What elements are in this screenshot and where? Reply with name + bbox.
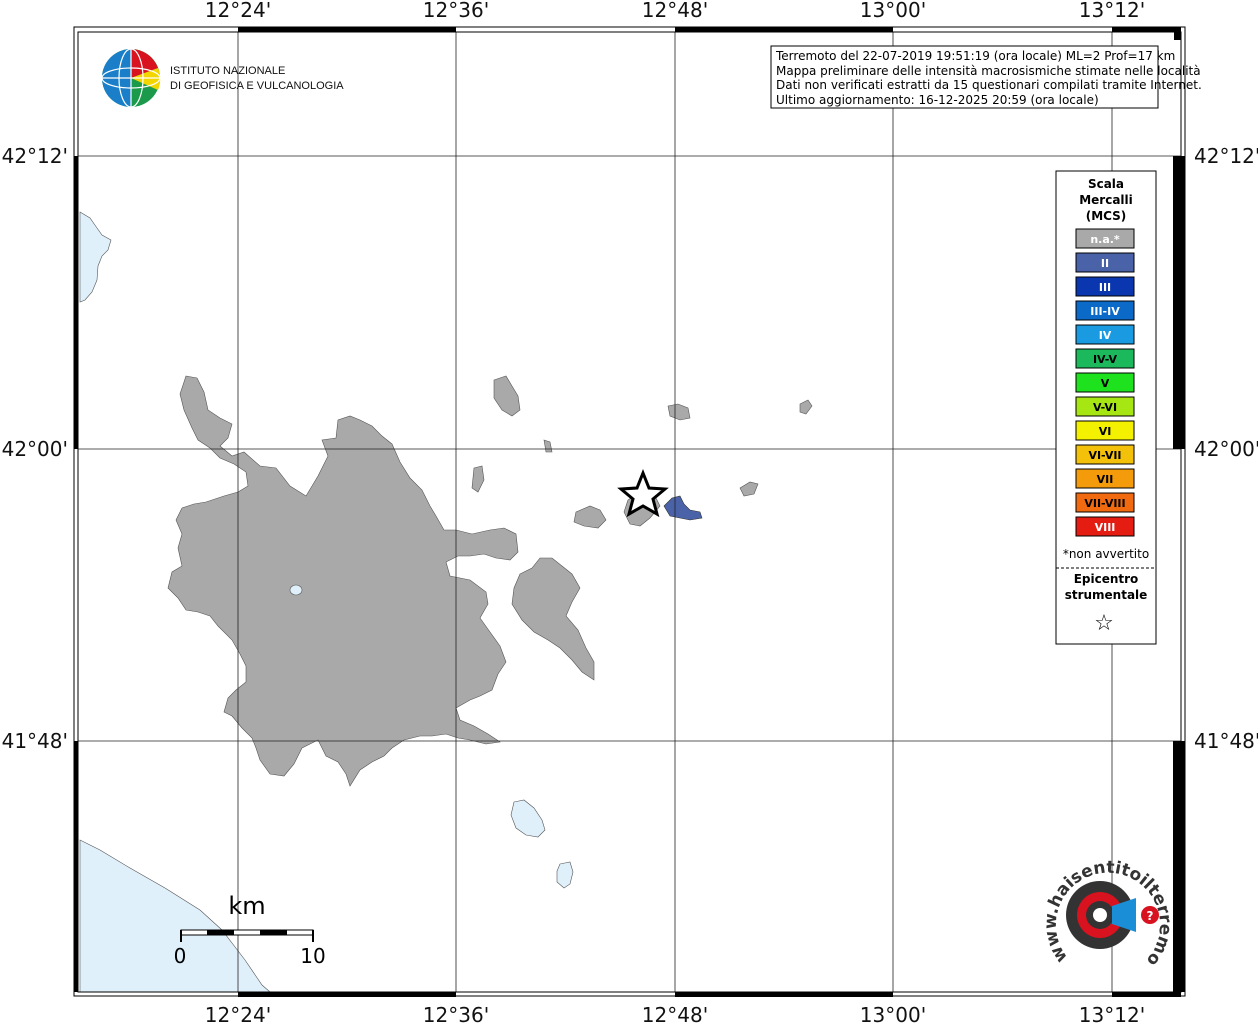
logo-line-1: ISTITUTO NAZIONALE [170,65,285,77]
lat-ticks-left: 42°12' 42°00' 41°48' [2,144,68,753]
tick-lat-2-right: 42°00' [1194,437,1258,461]
legend-title-1: Scala [1088,177,1124,191]
lat-ticks-right: 42°12' 42°00' 41°48' [1194,144,1258,753]
tick-lat-1: 42°12' [2,144,68,168]
legend-title-3: (MCS) [1086,209,1127,223]
scale-label-start: 0 [174,944,187,968]
small-lake [289,584,303,596]
legend-swatch-label: n.a.* [1090,233,1120,246]
tick-lat-3: 41°48' [2,729,68,753]
info-line-3: Dati non verificati estratti da 15 quest… [776,78,1202,92]
tick-lon-5: 13°12' [1079,0,1145,22]
legend-swatch-label: V [1101,377,1110,390]
legend-star-icon: ☆ [1094,611,1114,636]
legend-swatch-label: VI-VII [1088,449,1121,462]
lon-ticks-bottom: 12°24' 12°36' 12°48' 13°00' 13°12' [205,1003,1145,1024]
legend-swatch-label: III [1099,281,1111,294]
legend-title-2: Mercalli [1079,193,1133,207]
tick-lon-3-bottom: 12°48' [642,1003,708,1024]
scale-unit: km [228,892,265,920]
tick-lon-4-bottom: 13°00' [860,1003,926,1024]
legend: Scala Mercalli (MCS) n.a.*IIIIIIII-IVIVI… [1055,170,1157,645]
info-line-2: Mappa preliminare delle intensità macros… [776,64,1201,78]
tick-lon-5-bottom: 13°12' [1079,1003,1145,1024]
legend-swatch-label: IV-V [1093,353,1118,366]
legend-swatch-label: VI [1099,425,1112,438]
legend-swatch-label: VIII [1095,521,1116,534]
tick-lon-1: 12°24' [205,0,271,22]
svg-text:?: ? [1147,909,1154,923]
legend-epicenter-2: strumentale [1065,588,1148,602]
info-line-1: Terremoto del 22-07-2019 19:51:19 (ora l… [775,49,1175,63]
info-box: Terremoto del 22-07-2019 19:51:19 (ora l… [770,45,1202,109]
legend-swatch-label: II [1101,257,1109,270]
tick-lon-4: 13°00' [860,0,926,22]
legend-swatch-label: V-VI [1093,401,1117,414]
info-line-4: Ultimo aggiornamento: 16-12-2025 20:59 (… [776,93,1099,107]
legend-epicenter-1: Epicentro [1074,572,1139,586]
legend-note: *non avvertito [1063,547,1149,561]
legend-swatch-label: IV [1099,329,1112,342]
tick-lon-2: 12°36' [423,0,489,22]
logo-line-2: DI GEOFISICA E VULCANOLOGIA [170,80,344,92]
tick-lat-3-right: 41°48' [1194,729,1258,753]
legend-swatch-label: VII-VIII [1084,497,1125,510]
scale-label-end: 10 [300,944,325,968]
macroseismic-map: 12°24' 12°36' 12°48' 13°00' 13°12' 12°24… [0,0,1258,1024]
legend-swatch-label: VII [1097,473,1114,486]
tick-lon-3: 12°48' [642,0,708,22]
tick-lat-2: 42°00' [2,437,68,461]
legend-swatch-label: III-IV [1090,305,1120,318]
tick-lon-1-bottom: 12°24' [205,1003,271,1024]
tick-lon-2-bottom: 12°36' [423,1003,489,1024]
tick-lat-1-right: 42°12' [1194,144,1258,168]
lon-ticks-top: 12°24' 12°36' 12°48' 13°00' 13°12' [205,0,1145,22]
